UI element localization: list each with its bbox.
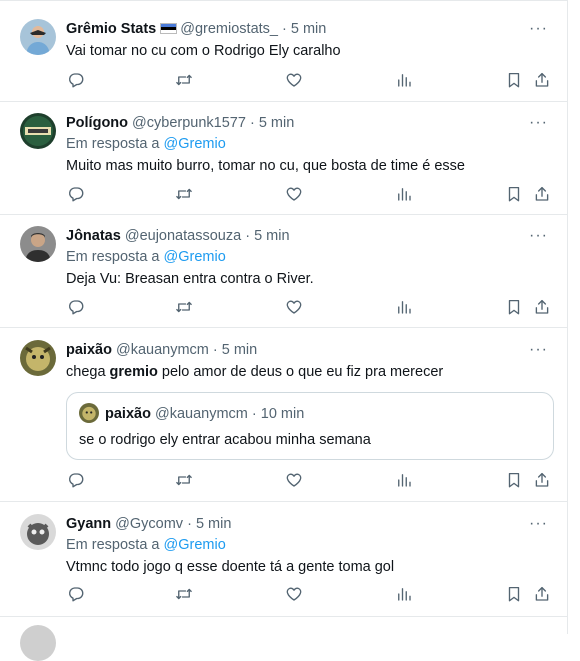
retweet-icon[interactable] xyxy=(174,296,194,318)
tweet-text-part: pelo amor de deus o que eu fiz pra merec… xyxy=(161,364,444,380)
author-name[interactable]: Jônatas xyxy=(66,228,121,244)
avatar[interactable] xyxy=(20,19,56,55)
timestamp[interactable]: 5 min xyxy=(259,115,294,131)
quoted-tweet-text: se o rodrigo ely entrar acabou minha sem… xyxy=(79,432,371,448)
author-name[interactable]: Gyann xyxy=(66,516,111,532)
timestamp[interactable]: 5 min xyxy=(196,516,231,532)
tweet-text: Muito mas muito burro, tomar no cu, que … xyxy=(66,158,465,174)
share-icon[interactable] xyxy=(532,69,552,91)
more-dots-icon[interactable]: ··· xyxy=(529,226,548,246)
heart-icon[interactable] xyxy=(284,183,304,205)
reply-context: Em resposta a @Gremio xyxy=(66,247,554,267)
action-bar xyxy=(66,469,554,491)
author-handle[interactable]: @gremiostats_ xyxy=(180,21,278,37)
quoted-timestamp[interactable]: 10 min xyxy=(261,406,305,422)
reply-prefix: Em resposta a xyxy=(66,249,160,265)
more-dots-icon[interactable]: ··· xyxy=(529,19,548,39)
tweet-text-part: chega xyxy=(66,364,106,380)
reply-icon[interactable] xyxy=(66,296,86,318)
separator-dot: · xyxy=(249,115,255,131)
more-dots-icon[interactable]: ··· xyxy=(529,113,548,133)
tweet-text: Vtmnc todo jogo q esse doente tá a gente… xyxy=(66,559,395,575)
tweet[interactable]: paixão @kauanymcm · 5 min ··· chega grem… xyxy=(0,328,568,502)
tweet-text: Vai tomar no cu com o Rodrigo Ely caralh… xyxy=(66,43,341,59)
separator-dot: · xyxy=(187,516,192,532)
action-bar xyxy=(66,183,554,205)
heart-icon[interactable] xyxy=(284,469,304,491)
author-handle[interactable]: @Gycomv xyxy=(115,516,183,532)
separator-dot: · xyxy=(282,21,287,37)
quoted-tweet-card[interactable]: paixão @kauanymcm · 10 min se o rodrigo … xyxy=(66,392,554,460)
tweet-text: Deja Vu: Breasan entra contra o River. xyxy=(66,271,314,287)
bookmark-icon[interactable] xyxy=(504,469,524,491)
flag-icon xyxy=(160,23,178,34)
views-bars-icon[interactable] xyxy=(394,69,414,91)
tweet-text: chega gremio pelo amor de deus o que eu … xyxy=(66,362,554,382)
separator-dot: · xyxy=(212,342,218,358)
share-icon[interactable] xyxy=(532,296,552,318)
tweet[interactable]: Gyann @Gycomv · 5 min ··· Em resposta a … xyxy=(0,502,568,617)
heart-icon[interactable] xyxy=(284,69,304,91)
timestamp[interactable]: 5 min xyxy=(291,21,326,37)
action-bar xyxy=(66,69,554,91)
reply-prefix: Em resposta a xyxy=(66,537,160,553)
quoted-author-handle[interactable]: @kauanymcm xyxy=(155,406,248,422)
timestamp[interactable]: 5 min xyxy=(254,228,289,244)
bookmark-icon[interactable] xyxy=(504,183,524,205)
action-bar xyxy=(66,296,554,318)
share-icon[interactable] xyxy=(532,183,552,205)
reply-icon[interactable] xyxy=(66,469,86,491)
tweet[interactable]: Polígono @cyberpunk1577 · 5 min ··· Em r… xyxy=(0,102,568,215)
bookmark-icon[interactable] xyxy=(504,296,524,318)
heart-icon[interactable] xyxy=(284,296,304,318)
views-bars-icon[interactable] xyxy=(394,296,414,318)
avatar[interactable] xyxy=(20,226,56,262)
reply-mention-link[interactable]: @Gremio xyxy=(164,136,226,152)
author-handle[interactable]: @kauanymcm xyxy=(116,342,209,358)
author-handle[interactable]: @cyberpunk1577 xyxy=(132,115,246,131)
author-name[interactable]: Polígono xyxy=(66,115,128,131)
avatar[interactable] xyxy=(20,340,56,376)
views-bars-icon[interactable] xyxy=(394,469,414,491)
reply-mention-link[interactable]: @Gremio xyxy=(164,249,226,265)
separator-dot: · xyxy=(251,406,257,422)
quoted-avatar[interactable] xyxy=(79,403,99,423)
tweet[interactable]: Jônatas @eujonatassouza · 5 min ··· Em r… xyxy=(0,215,568,328)
reply-mention-link[interactable]: @Gremio xyxy=(164,537,226,553)
retweet-icon[interactable] xyxy=(174,469,194,491)
reply-icon[interactable] xyxy=(66,183,86,205)
author-handle[interactable]: @eujonatassouza xyxy=(125,228,241,244)
views-bars-icon[interactable] xyxy=(394,583,414,605)
share-icon[interactable] xyxy=(532,583,552,605)
bookmark-icon[interactable] xyxy=(504,69,524,91)
timeline-feed: Grêmio Stats @gremiostats_ · 5 min ··· Va… xyxy=(0,0,568,661)
reply-icon[interactable] xyxy=(66,69,86,91)
avatar-partial[interactable] xyxy=(20,625,56,661)
bookmark-icon[interactable] xyxy=(504,583,524,605)
share-icon[interactable] xyxy=(532,469,552,491)
author-name[interactable]: paixão xyxy=(66,342,112,358)
tweet[interactable]: Grêmio Stats @gremiostats_ · 5 min ··· Va… xyxy=(0,1,568,102)
avatar[interactable] xyxy=(20,514,56,550)
more-dots-icon[interactable]: ··· xyxy=(529,340,548,360)
quoted-author-name[interactable]: paixão xyxy=(105,406,151,422)
retweet-icon[interactable] xyxy=(174,69,194,91)
reply-context: Em resposta a @Gremio xyxy=(66,535,554,555)
retweet-icon[interactable] xyxy=(174,583,194,605)
action-bar xyxy=(66,583,554,605)
more-dots-icon[interactable]: ··· xyxy=(529,514,548,534)
reply-icon[interactable] xyxy=(66,583,86,605)
avatar[interactable] xyxy=(20,113,56,149)
reply-prefix: Em resposta a xyxy=(66,136,160,152)
separator-dot: · xyxy=(245,228,251,244)
tweet-text-highlight: gremio xyxy=(109,364,158,380)
retweet-icon[interactable] xyxy=(174,183,194,205)
timestamp[interactable]: 5 min xyxy=(222,342,257,358)
heart-icon[interactable] xyxy=(284,583,304,605)
reply-context: Em resposta a @Gremio xyxy=(66,134,554,154)
author-name[interactable]: Grêmio Stats xyxy=(66,21,156,37)
views-bars-icon[interactable] xyxy=(394,183,414,205)
